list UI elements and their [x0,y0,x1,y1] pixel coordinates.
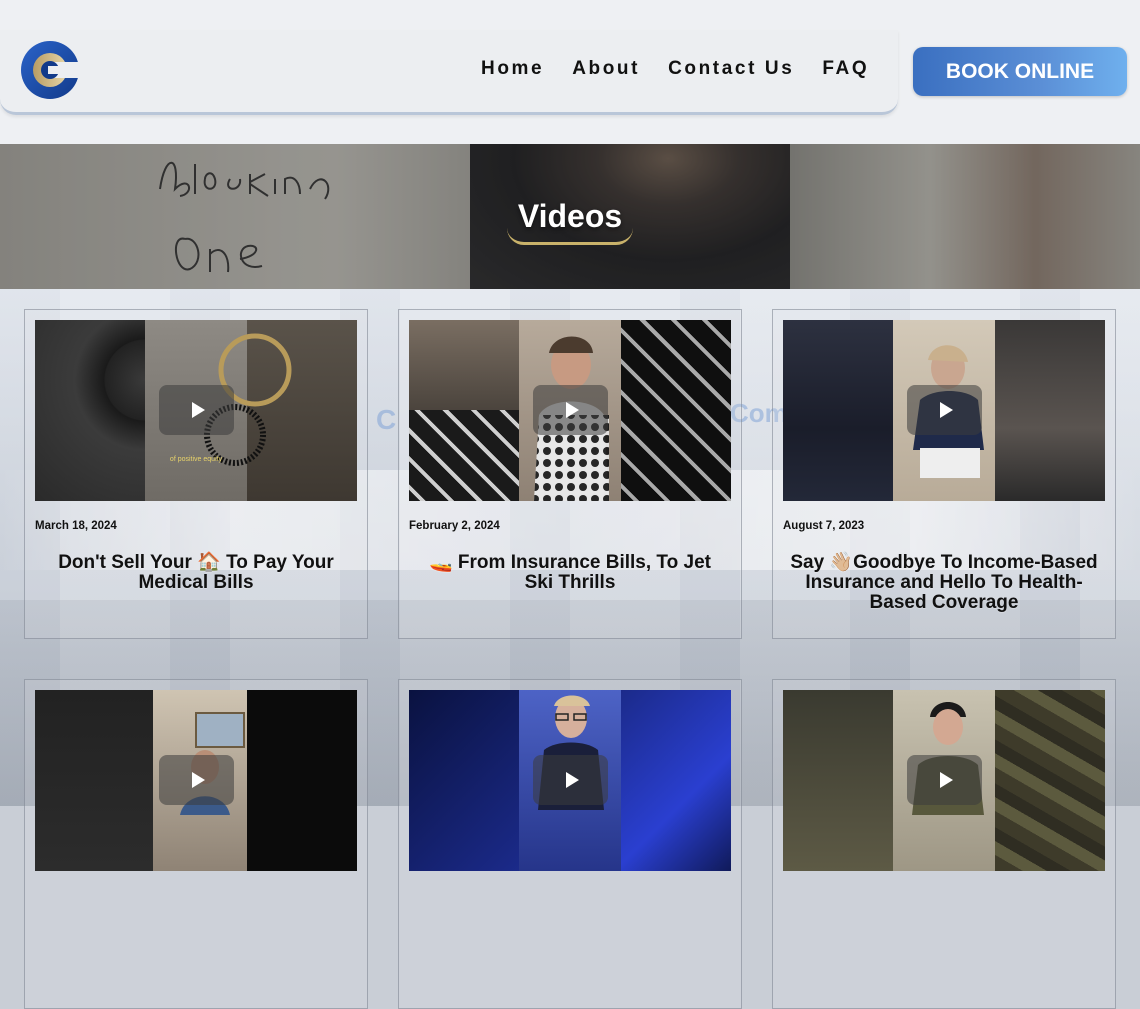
nav-link-about[interactable]: About [572,58,640,80]
video-thumbnail[interactable] [409,690,731,871]
video-date: August 7, 2023 [783,520,865,532]
play-button[interactable] [159,385,234,435]
title-underline [507,228,633,245]
video-card[interactable] [24,679,368,1009]
video-thumbnail[interactable]: of positive equity [35,320,357,501]
video-thumbnail[interactable] [783,690,1105,871]
video-title[interactable]: 🚤 From Insurance Bills, To Jet Ski Thril… [413,553,727,593]
nav-link-home[interactable]: Home [481,58,544,80]
video-thumbnail[interactable] [409,320,731,501]
video-card[interactable]: of positive equity March 18, 2024 Don't … [24,309,368,639]
nav-link-faq[interactable]: FAQ [822,58,869,80]
book-online-button[interactable]: BOOK ONLINE [913,47,1127,96]
play-button[interactable] [159,755,234,805]
video-card[interactable]: August 7, 2023 Say 👋🏼Goodbye To Income-B… [772,309,1116,639]
video-date: March 18, 2024 [35,520,117,532]
play-button[interactable] [907,385,982,435]
play-button[interactable] [533,755,608,805]
video-thumbnail[interactable] [783,320,1105,501]
watermark-logo-icon: C [376,404,397,435]
main-navigation: Home About Contact Us FAQ [481,58,869,80]
video-thumbnail[interactable] [35,690,357,871]
play-icon [191,772,205,788]
play-icon [191,402,205,418]
play-icon [565,772,579,788]
site-header: Home About Contact Us FAQ BOOK ONLINE [0,0,1140,144]
video-date: February 2, 2024 [409,520,500,532]
play-icon [565,402,579,418]
thumbnail-caption: of positive equity [169,456,223,463]
video-card[interactable]: February 2, 2024 🚤 From Insurance Bills,… [398,309,742,639]
play-icon [939,402,953,418]
video-title[interactable]: Don't Sell Your 🏠 To Pay Your Medical Bi… [39,553,353,593]
video-card[interactable] [772,679,1116,1009]
company-logo[interactable] [20,40,80,100]
video-card[interactable] [398,679,742,1009]
play-button[interactable] [907,755,982,805]
play-button[interactable] [533,385,608,435]
nav-link-contact[interactable]: Contact Us [668,58,794,80]
play-icon [939,772,953,788]
video-title[interactable]: Say 👋🏼Goodbye To Income-Based Insurance … [787,553,1101,613]
